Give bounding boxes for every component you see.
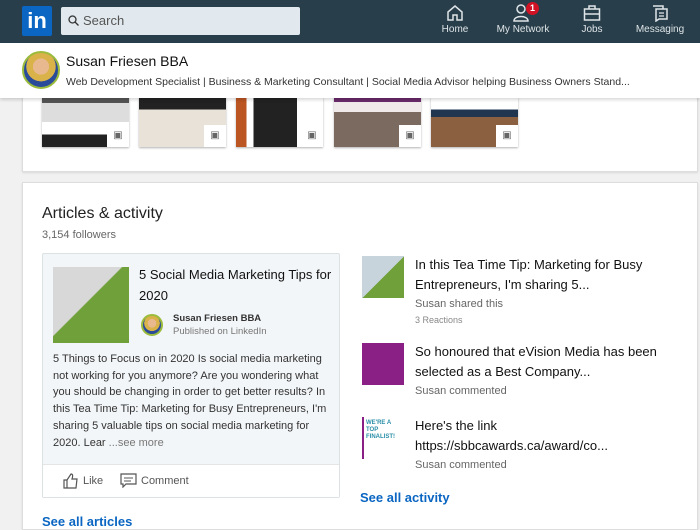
article-author: Susan Friesen BBA [173, 313, 262, 324]
profile-headline: Web Development Specialist | Business & … [66, 76, 630, 88]
activity-subtitle: Susan commented [415, 385, 507, 397]
article-image [53, 267, 129, 343]
nav-network-label: My Network [496, 24, 550, 35]
comment-label: Comment [141, 474, 189, 487]
see-all-activity-link[interactable]: See all activity [360, 490, 450, 505]
search-input[interactable]: Search [61, 7, 300, 35]
activity-item[interactable]: WE'RE A TOP FINALIST! Here's the link ht… [362, 417, 672, 477]
activity-item[interactable]: In this Tea Time Tip: Marketing for Busy… [362, 256, 672, 331]
nav-jobs-label: Jobs [581, 24, 603, 35]
activity-thumbnail [362, 343, 404, 385]
see-all-articles-link[interactable]: See all articles [42, 514, 132, 529]
image-icon: ▣ [399, 125, 421, 147]
comment-button[interactable]: Comment [120, 473, 189, 488]
image-icon: ▣ [301, 125, 323, 147]
linkedin-logo[interactable]: in [22, 6, 52, 36]
author-avatar [141, 314, 163, 336]
nav-home-label: Home [441, 24, 469, 35]
article-actions: Like Comment [43, 464, 339, 497]
profile-sticky-header: Susan Friesen BBA Web Development Specia… [0, 43, 700, 98]
search-icon [68, 15, 79, 26]
nav-home[interactable]: Home [425, 4, 485, 35]
activity-reactions[interactable]: 3 Reactions [415, 315, 463, 325]
nav-jobs[interactable]: Jobs [562, 4, 622, 35]
like-icon [63, 473, 78, 489]
profile-name: Susan Friesen BBA [66, 53, 189, 69]
search-placeholder: Search [83, 13, 125, 28]
messaging-icon [653, 5, 668, 22]
activity-thumbnail [362, 256, 404, 298]
media-thumbnail[interactable]: ▣ [42, 97, 129, 147]
see-more-link[interactable]: ...see more [109, 437, 164, 449]
like-button[interactable]: Like [63, 473, 103, 489]
article-published: Published on LinkedIn [173, 326, 267, 337]
image-icon: ▣ [204, 125, 226, 147]
activity-subtitle: Susan commented [415, 459, 507, 471]
activity-subtitle: Susan shared this [415, 298, 504, 310]
article-title[interactable]: 5 Social Media Marketing Tips for 2020 [139, 264, 334, 306]
activity-title[interactable]: So honoured that eVision Media has been … [415, 342, 670, 382]
notification-badge: 1 [526, 2, 539, 15]
media-thumbnail[interactable]: ▣ [139, 97, 226, 147]
avatar[interactable] [22, 51, 60, 89]
nav-messaging-label: Messaging [635, 24, 685, 35]
nav-messaging[interactable]: Messaging [630, 4, 690, 35]
image-icon: ▣ [496, 125, 518, 147]
media-thumbnail[interactable]: ▣ [334, 97, 421, 147]
section-title: Articles & activity [42, 205, 163, 222]
image-icon: ▣ [107, 125, 129, 147]
activity-title[interactable]: In this Tea Time Tip: Marketing for Busy… [415, 255, 670, 295]
article-excerpt: 5 Things to Focus on in 2020 Is social m… [53, 351, 335, 451]
nav-my-network[interactable]: 1 My Network [493, 2, 553, 35]
briefcase-icon [583, 5, 601, 21]
comment-icon [120, 473, 137, 488]
followers-count: 3,154 followers [42, 229, 116, 241]
activity-thumbnail: WE'RE A TOP FINALIST! [362, 417, 404, 459]
top-nav: in Search Home 1 My Network Jobs Messagi… [0, 0, 700, 43]
media-thumbnail[interactable]: ▣ [236, 97, 323, 147]
activity-item[interactable]: So honoured that eVision Media has been … [362, 343, 672, 403]
article-card[interactable]: 5 Social Media Marketing Tips for 2020 S… [42, 253, 340, 498]
media-thumbnail[interactable]: ▣ [431, 97, 518, 147]
like-label: Like [83, 475, 104, 487]
home-icon [447, 5, 463, 21]
activity-title[interactable]: Here's the link https://sbbcawards.ca/aw… [415, 416, 670, 456]
article-body: 5 Things to Focus on in 2020 Is social m… [53, 353, 327, 449]
